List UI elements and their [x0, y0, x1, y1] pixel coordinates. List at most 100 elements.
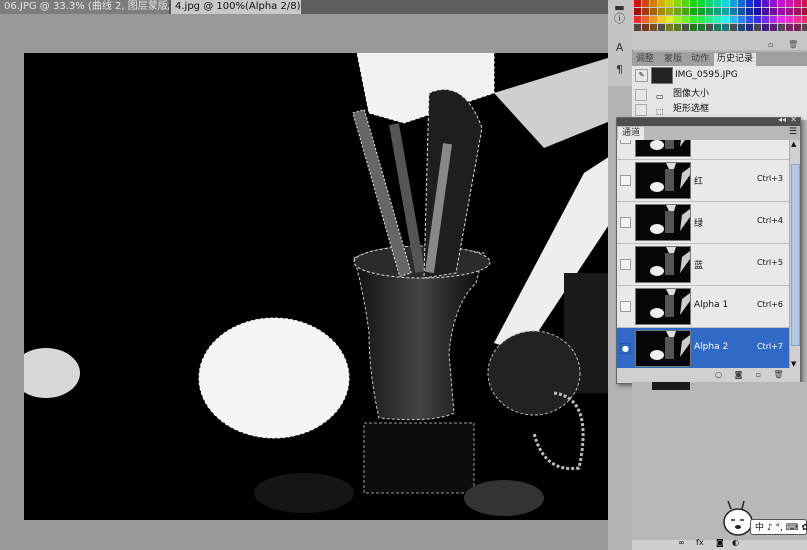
- load-selection-icon[interactable]: ○: [713, 370, 724, 380]
- color-swatch[interactable]: [666, 0, 673, 7]
- swatch-grid[interactable]: [634, 0, 807, 32]
- visibility-eye-icon[interactable]: [620, 259, 631, 270]
- color-swatch[interactable]: [738, 24, 745, 31]
- color-swatch[interactable]: [714, 0, 721, 7]
- color-swatch[interactable]: [730, 24, 737, 31]
- new-channel-icon[interactable]: ▫: [753, 370, 764, 380]
- color-swatch[interactable]: [794, 0, 801, 7]
- tab-document-4[interactable]: 4.jpg @ 100%(Alpha 2/8) *×: [171, 0, 301, 14]
- color-swatch[interactable]: [754, 8, 761, 15]
- color-swatch[interactable]: [650, 0, 657, 7]
- color-swatch[interactable]: [746, 24, 753, 31]
- channel-row[interactable]: 红 Ctrl+3: [617, 160, 789, 202]
- color-swatch[interactable]: [746, 16, 753, 23]
- color-swatch[interactable]: [738, 8, 745, 15]
- channel-row[interactable]: Alpha 1 Ctrl+6: [617, 286, 789, 328]
- color-swatch[interactable]: [698, 0, 705, 7]
- color-swatch[interactable]: [650, 8, 657, 15]
- scroll-thumb[interactable]: [791, 164, 800, 346]
- color-swatch[interactable]: [674, 24, 681, 31]
- color-swatch[interactable]: [786, 0, 793, 7]
- color-swatch[interactable]: [786, 8, 793, 15]
- color-swatch[interactable]: [778, 16, 785, 23]
- color-swatch[interactable]: [730, 0, 737, 7]
- visibility-eye-icon[interactable]: [620, 140, 631, 144]
- new-swatch-icon[interactable]: ▫: [768, 40, 773, 49]
- color-swatch[interactable]: [666, 8, 673, 15]
- tab-actions[interactable]: 动作: [688, 53, 712, 66]
- channel-row[interactable]: 蓝 Ctrl+5: [617, 244, 789, 286]
- delete-swatch-icon[interactable]: 🗑: [788, 40, 798, 49]
- color-swatch[interactable]: [690, 16, 697, 23]
- paragraph-icon[interactable]: ¶: [610, 62, 629, 77]
- color-swatch[interactable]: [658, 0, 665, 7]
- color-swatch[interactable]: [642, 8, 649, 15]
- channel-row[interactable]: ● Alpha 2 Ctrl+7: [617, 328, 789, 368]
- color-swatch[interactable]: [714, 24, 721, 31]
- color-swatch[interactable]: [722, 24, 729, 31]
- color-swatch[interactable]: [794, 24, 801, 31]
- character-icon[interactable]: A: [610, 40, 629, 55]
- history-step[interactable]: ▭ 图像大小: [632, 87, 807, 102]
- color-swatch[interactable]: [794, 16, 801, 23]
- layer-style-icon[interactable]: fx: [696, 538, 704, 547]
- color-swatch[interactable]: [770, 24, 777, 31]
- color-swatch[interactable]: [690, 0, 697, 7]
- color-swatch[interactable]: [802, 0, 807, 7]
- color-swatch[interactable]: [762, 24, 769, 31]
- tab-history[interactable]: 历史记录: [714, 53, 757, 66]
- color-swatch[interactable]: [642, 0, 649, 7]
- color-swatch[interactable]: [682, 16, 689, 23]
- color-swatch[interactable]: [722, 8, 729, 15]
- color-swatch[interactable]: [722, 16, 729, 23]
- color-swatch[interactable]: [778, 24, 785, 31]
- close-icon[interactable]: ✕: [790, 115, 797, 124]
- color-swatch[interactable]: [746, 0, 753, 7]
- tab-document-06[interactable]: 06.JPG @ 33.3% (曲线 2, 图层蒙版/8) *×: [0, 0, 170, 14]
- ime-toolbar[interactable]: 中 ♪ °, ⌨ ✿: [750, 519, 807, 535]
- color-swatch[interactable]: [674, 8, 681, 15]
- color-swatch[interactable]: [762, 8, 769, 15]
- color-swatch[interactable]: [714, 16, 721, 23]
- color-swatch[interactable]: [770, 8, 777, 15]
- color-swatch[interactable]: [682, 24, 689, 31]
- color-swatch[interactable]: [730, 16, 737, 23]
- color-swatch[interactable]: [674, 16, 681, 23]
- color-swatch[interactable]: [706, 24, 713, 31]
- history-snapshot[interactable]: ✎ IMG_0595.JPG: [632, 66, 807, 84]
- color-swatch[interactable]: [634, 24, 641, 31]
- color-swatch[interactable]: [770, 16, 777, 23]
- color-swatch[interactable]: [714, 8, 721, 15]
- color-swatch[interactable]: [802, 8, 807, 15]
- color-swatch[interactable]: [738, 0, 745, 7]
- panel-header[interactable]: ◂◂ ✕: [617, 115, 800, 126]
- color-swatch[interactable]: [650, 24, 657, 31]
- color-swatch[interactable]: [634, 0, 641, 7]
- visibility-eye-icon[interactable]: [620, 217, 631, 228]
- color-swatch[interactable]: [706, 0, 713, 7]
- color-swatch[interactable]: [634, 8, 641, 15]
- color-swatch[interactable]: [722, 0, 729, 7]
- color-swatch[interactable]: [786, 24, 793, 31]
- color-swatch[interactable]: [642, 16, 649, 23]
- color-swatch[interactable]: [666, 24, 673, 31]
- color-swatch[interactable]: [658, 8, 665, 15]
- tab-masks[interactable]: 蒙版: [661, 53, 685, 66]
- snapshot-brush-icon[interactable]: ✎: [635, 69, 648, 82]
- history-state-box[interactable]: [635, 104, 647, 116]
- color-swatch[interactable]: [738, 16, 745, 23]
- color-swatch[interactable]: [754, 16, 761, 23]
- color-swatch[interactable]: [794, 8, 801, 15]
- color-swatch[interactable]: [802, 16, 807, 23]
- link-layers-icon[interactable]: ∞: [678, 538, 685, 547]
- color-swatch[interactable]: [754, 0, 761, 7]
- panel-menu-icon[interactable]: ☰: [789, 127, 797, 137]
- color-swatch[interactable]: [786, 16, 793, 23]
- color-swatch[interactable]: [650, 16, 657, 23]
- color-swatch[interactable]: [762, 0, 769, 7]
- collapse-arrows-icon[interactable]: ◂◂: [778, 115, 786, 124]
- color-swatch[interactable]: [642, 24, 649, 31]
- channel-row[interactable]: [617, 140, 789, 160]
- color-swatch[interactable]: [698, 24, 705, 31]
- color-swatch[interactable]: [770, 0, 777, 7]
